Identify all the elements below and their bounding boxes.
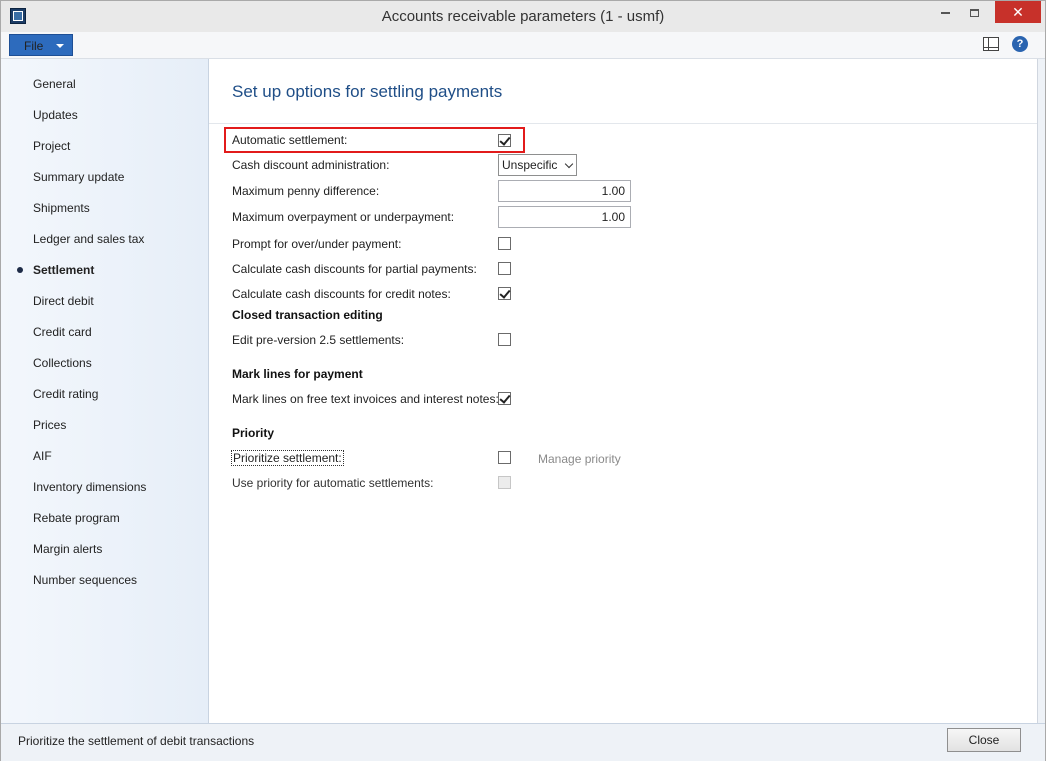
sidebar-item-collections[interactable]: Collections bbox=[33, 356, 92, 370]
menu-strip: File ? bbox=[1, 32, 1045, 59]
prompt-over-under-label: Prompt for over/under payment: bbox=[232, 237, 402, 251]
close-icon: ✕ bbox=[1012, 4, 1024, 20]
maximize-icon bbox=[969, 8, 979, 17]
calc-partial-checkbox[interactable] bbox=[498, 262, 511, 275]
max-penny-diff-field[interactable]: 1.00 bbox=[498, 180, 631, 202]
layout-icon[interactable] bbox=[983, 37, 999, 51]
edit-pre-version-checkbox[interactable] bbox=[498, 333, 511, 346]
sidebar-item-number-sequences[interactable]: Number sequences bbox=[33, 573, 137, 587]
title-divider bbox=[209, 123, 1037, 124]
sidebar-item-inventory-dimensions[interactable]: Inventory dimensions bbox=[33, 480, 146, 494]
prioritize-settlement-label: Prioritize settlement: bbox=[231, 450, 344, 466]
sidebar-item-prices[interactable]: Prices bbox=[33, 418, 66, 432]
content-pane: Set up options for settling payments Aut… bbox=[209, 59, 1038, 723]
sidebar-item-project[interactable]: Project bbox=[33, 139, 70, 153]
cash-discount-admin-select[interactable]: Unspecific bbox=[498, 154, 577, 176]
mark-lines-free-text-label: Mark lines on free text invoices and int… bbox=[232, 392, 499, 406]
title-bar: Accounts receivable parameters (1 - usmf… bbox=[1, 1, 1045, 33]
closed-editing-heading: Closed transaction editing bbox=[232, 308, 383, 322]
sidebar-item-direct-debit[interactable]: Direct debit bbox=[33, 294, 94, 308]
sidebar-item-credit-card[interactable]: Credit card bbox=[33, 325, 92, 339]
minimize-button[interactable] bbox=[930, 1, 960, 23]
use-priority-auto-checkbox[interactable] bbox=[498, 476, 511, 489]
calc-partial-label: Calculate cash discounts for partial pay… bbox=[232, 262, 477, 276]
max-penny-diff-label: Maximum penny difference: bbox=[232, 184, 380, 198]
sidebar-item-shipments[interactable]: Shipments bbox=[33, 201, 90, 215]
maximize-button[interactable] bbox=[959, 1, 989, 23]
window-title: Accounts receivable parameters (1 - usmf… bbox=[381, 8, 665, 25]
active-bullet-icon bbox=[17, 267, 23, 273]
sidebar-item-credit-rating[interactable]: Credit rating bbox=[33, 387, 98, 401]
sidebar-item-general[interactable]: General bbox=[33, 77, 76, 91]
sidebar-item-rebate-program[interactable]: Rebate program bbox=[33, 511, 120, 525]
sidebar-item-summary-update[interactable]: Summary update bbox=[33, 170, 124, 184]
sidebar-item-margin-alerts[interactable]: Margin alerts bbox=[33, 542, 102, 556]
sidebar-item-updates[interactable]: Updates bbox=[33, 108, 78, 122]
sidebar-nav: General Updates Project Summary update S… bbox=[1, 59, 209, 723]
caret-down-icon bbox=[56, 44, 64, 48]
calc-credit-notes-checkbox[interactable] bbox=[498, 287, 511, 300]
close-button[interactable]: Close bbox=[947, 728, 1021, 752]
file-menu-button[interactable]: File bbox=[9, 34, 73, 56]
close-window-button[interactable]: ✕ bbox=[995, 1, 1041, 23]
use-priority-auto-label: Use priority for automatic settlements: bbox=[232, 476, 434, 490]
cash-discount-admin-value: Unspecific bbox=[502, 158, 558, 172]
max-over-under-field[interactable]: 1.00 bbox=[498, 206, 631, 228]
file-menu-label: File bbox=[24, 39, 44, 53]
window: Accounts receivable parameters (1 - usmf… bbox=[0, 0, 1046, 761]
prioritize-settlement-text: Prioritize settlement: bbox=[231, 450, 344, 466]
max-over-under-label: Maximum overpayment or underpayment: bbox=[232, 210, 455, 224]
priority-heading: Priority bbox=[232, 426, 275, 440]
cash-discount-admin-label: Cash discount administration: bbox=[232, 158, 390, 172]
chevron-down-icon bbox=[564, 159, 574, 169]
edit-pre-version-label: Edit pre-version 2.5 settlements: bbox=[232, 333, 405, 347]
help-icon[interactable]: ? bbox=[1012, 36, 1028, 52]
sidebar-item-aif[interactable]: AIF bbox=[33, 449, 52, 463]
calc-credit-notes-label: Calculate cash discounts for credit note… bbox=[232, 287, 451, 301]
manage-priority-button[interactable]: Manage priority bbox=[538, 452, 621, 466]
status-text: Prioritize the settlement of debit trans… bbox=[18, 734, 255, 748]
sidebar-item-ledger-sales-tax[interactable]: Ledger and sales tax bbox=[33, 232, 144, 246]
sidebar-item-settlement[interactable]: Settlement bbox=[33, 263, 94, 277]
status-bar: Prioritize the settlement of debit trans… bbox=[1, 723, 1045, 761]
mark-lines-free-text-checkbox[interactable] bbox=[498, 392, 511, 405]
mark-lines-heading: Mark lines for payment bbox=[232, 367, 363, 381]
page-title: Set up options for settling payments bbox=[232, 82, 503, 101]
prioritize-settlement-checkbox[interactable] bbox=[498, 451, 511, 464]
highlight-box bbox=[224, 127, 525, 153]
prompt-over-under-checkbox[interactable] bbox=[498, 237, 511, 250]
minimize-icon bbox=[940, 11, 950, 14]
